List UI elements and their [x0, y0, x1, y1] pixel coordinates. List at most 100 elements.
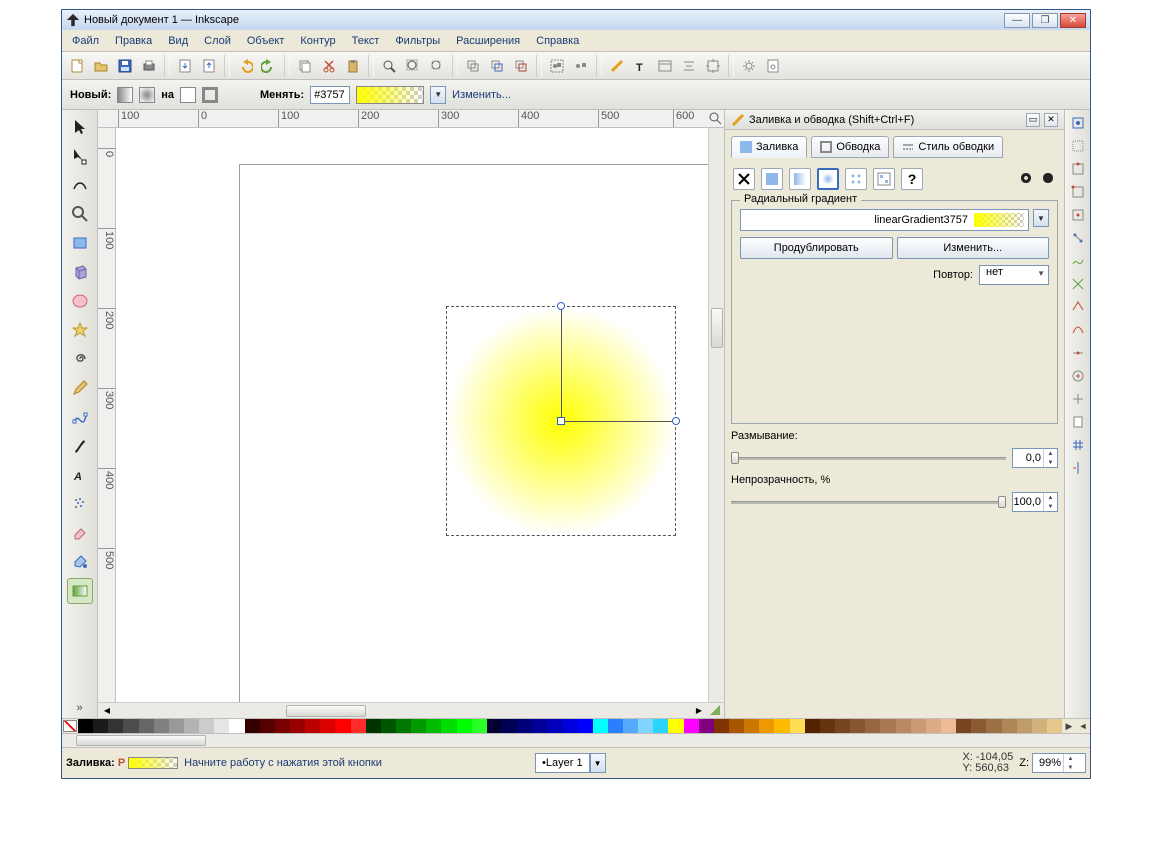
palette-swatch[interactable] [608, 719, 623, 733]
doc-prefs-icon[interactable] [762, 55, 784, 77]
palette-swatch[interactable] [593, 719, 608, 733]
menu-path[interactable]: Контур [294, 33, 341, 49]
palette-swatch[interactable] [835, 719, 850, 733]
palette-swatch[interactable] [578, 719, 593, 733]
hscroll-left-button[interactable]: ◀ [98, 702, 116, 718]
palette-swatch[interactable] [93, 719, 108, 733]
3dbox-tool[interactable] [67, 259, 93, 285]
palette-swatch[interactable] [396, 719, 411, 733]
undo-icon[interactable] [234, 55, 256, 77]
flat-color-button[interactable] [761, 168, 783, 190]
pencil-tool[interactable] [67, 375, 93, 401]
palette-swatch[interactable] [699, 719, 714, 733]
palette-swatch[interactable] [441, 719, 456, 733]
palette-swatch[interactable] [896, 719, 911, 733]
palette-swatch[interactable] [714, 719, 729, 733]
zoom-page-icon[interactable] [378, 55, 400, 77]
palette-swatch[interactable] [275, 719, 290, 733]
edit-gradient-link[interactable]: Изменить... [452, 89, 511, 101]
palette-swatch[interactable] [139, 719, 154, 733]
palette-swatch[interactable] [123, 719, 138, 733]
radial-gradient-type-button[interactable] [139, 87, 155, 103]
ellipse-tool[interactable] [67, 288, 93, 314]
palette-swatch[interactable] [941, 719, 956, 733]
linear-gradient-button[interactable] [789, 168, 811, 190]
palette-swatch[interactable] [351, 719, 366, 733]
menu-view[interactable]: Вид [162, 33, 194, 49]
edit-gradient-button[interactable]: Изменить... [897, 237, 1050, 259]
gradient-select[interactable]: linearGradient3757 [740, 209, 1029, 231]
palette-swatch[interactable] [199, 719, 214, 733]
redo-icon[interactable] [258, 55, 280, 77]
snap-grid-icon[interactable] [1069, 436, 1087, 454]
palette-swatch[interactable] [472, 719, 487, 733]
menu-file[interactable]: Файл [66, 33, 105, 49]
blur-spin[interactable]: ▲▼ [1012, 448, 1058, 468]
opacity-slider[interactable] [731, 495, 1006, 509]
snap-bbox-midpoint-icon[interactable] [1069, 206, 1087, 224]
repeat-select[interactable]: нет [979, 265, 1049, 285]
calligraphy-tool[interactable] [67, 433, 93, 459]
import-icon[interactable] [174, 55, 196, 77]
node-tool[interactable] [67, 143, 93, 169]
snap-intersection-icon[interactable] [1069, 275, 1087, 293]
new-doc-icon[interactable] [66, 55, 88, 77]
palette-swatch[interactable] [790, 719, 805, 733]
palette-swatch[interactable] [335, 719, 350, 733]
zoom-spin[interactable]: ▲▼ [1032, 753, 1086, 773]
paste-icon[interactable] [342, 55, 364, 77]
snap-rotation-icon[interactable] [1069, 390, 1087, 408]
prefs-icon[interactable] [738, 55, 760, 77]
duplicate-icon[interactable] [462, 55, 484, 77]
palette-swatch[interactable] [1002, 719, 1017, 733]
palette-swatch[interactable] [1047, 719, 1062, 733]
snap-bbox-corner-icon[interactable] [1069, 183, 1087, 201]
palette-swatch[interactable] [729, 719, 744, 733]
status-fill-value[interactable]: Р [118, 757, 125, 769]
menu-object[interactable]: Объект [241, 33, 290, 49]
xml-icon[interactable] [654, 55, 676, 77]
palette-swatch[interactable] [547, 719, 562, 733]
tab-stroke-style[interactable]: Стиль обводки [893, 136, 1003, 158]
horizontal-scrollbar[interactable] [116, 702, 690, 718]
palette-swatch[interactable] [865, 719, 880, 733]
apply-to-fill-button[interactable] [180, 87, 196, 103]
group-icon[interactable] [546, 55, 568, 77]
snap-path-icon[interactable] [1069, 252, 1087, 270]
palette-swatch[interactable] [108, 719, 123, 733]
palette-swatch[interactable] [911, 719, 926, 733]
bezier-tool[interactable] [67, 404, 93, 430]
canvas[interactable] [116, 128, 708, 702]
palette-swatch[interactable] [184, 719, 199, 733]
dialog-minimize-button[interactable]: ▭ [1026, 113, 1040, 127]
cut-icon[interactable] [318, 55, 340, 77]
menu-help[interactable]: Справка [530, 33, 585, 49]
toolbox-more-icon[interactable]: » [76, 702, 82, 714]
menu-filters[interactable]: Фильтры [389, 33, 446, 49]
palette-swatch[interactable] [229, 719, 244, 733]
palette-scroll-right[interactable]: ▶ [1062, 719, 1076, 733]
palette-swatch[interactable] [517, 719, 532, 733]
palette-swatch[interactable] [744, 719, 759, 733]
palette-swatch[interactable] [487, 719, 502, 733]
blur-slider[interactable] [731, 451, 1006, 465]
swatch-button[interactable] [873, 168, 895, 190]
palette-swatch[interactable] [78, 719, 93, 733]
palette-swatch[interactable] [880, 719, 895, 733]
palette-swatch[interactable] [759, 719, 774, 733]
palette-swatch[interactable] [774, 719, 789, 733]
minimize-button[interactable]: — [1004, 13, 1030, 28]
transform-icon[interactable] [702, 55, 724, 77]
copy-icon[interactable] [294, 55, 316, 77]
no-paint-button[interactable] [733, 168, 755, 190]
unlink-clone-icon[interactable] [510, 55, 532, 77]
snap-bbox-icon[interactable] [1069, 137, 1087, 155]
menu-extensions[interactable]: Расширения [450, 33, 526, 49]
menu-layer[interactable]: Слой [198, 33, 237, 49]
gradient-tool[interactable] [67, 578, 93, 604]
palette-swatch[interactable] [820, 719, 835, 733]
palette-swatch[interactable] [381, 719, 396, 733]
snap-midpoint-icon[interactable] [1069, 344, 1087, 362]
hscroll-right-button[interactable]: ▶ [690, 702, 708, 718]
palette-none-swatch[interactable] [63, 720, 77, 732]
